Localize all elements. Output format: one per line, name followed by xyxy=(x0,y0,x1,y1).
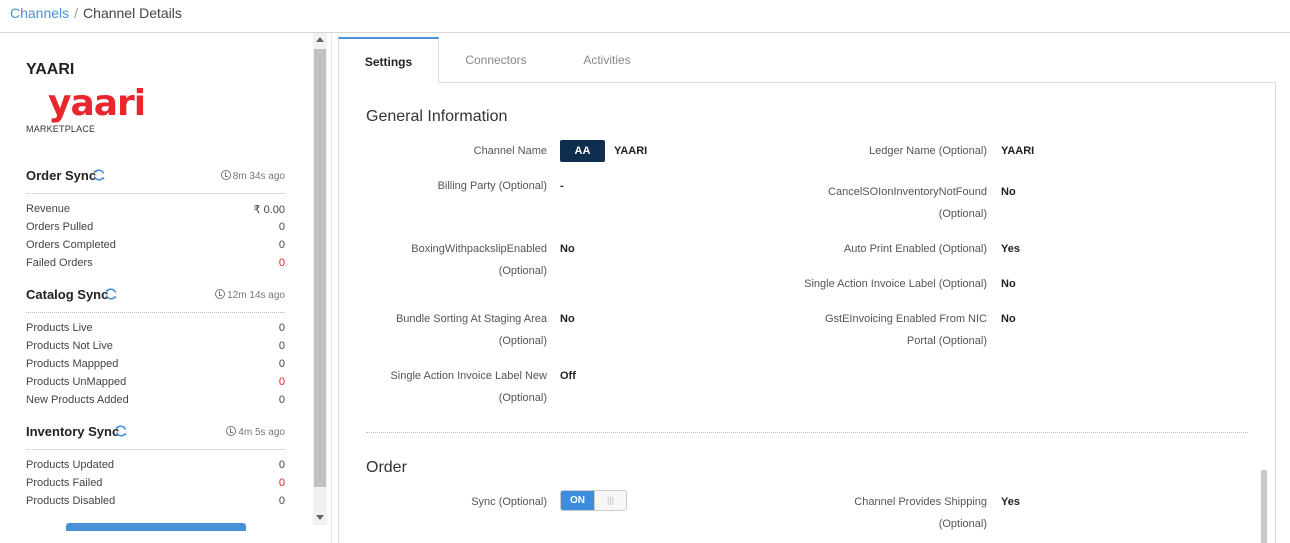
cancel-so-value: No xyxy=(1001,186,1016,198)
scroll-thumb[interactable] xyxy=(314,49,326,487)
clock-icon xyxy=(215,289,226,299)
channel-name-label: Channel Name xyxy=(473,145,547,157)
auto-print-value: Yes xyxy=(1001,243,1020,255)
catalog-sync-section: Catalog Sync 12m 14s ago Products Live 0 … xyxy=(26,287,285,409)
list-item: Products Disabled 0 xyxy=(26,495,285,507)
refresh-icon[interactable] xyxy=(104,287,118,301)
list-item: Orders Completed 0 xyxy=(26,239,285,251)
breadcrumb-separator: / xyxy=(74,5,79,21)
order-sync-time: 8m 34s ago xyxy=(220,170,285,182)
tab-connectors[interactable]: Connectors xyxy=(448,37,544,83)
tab-activities[interactable]: Activities xyxy=(564,37,650,83)
breadcrumb-current: Channel Details xyxy=(83,5,182,21)
list-item: Products Updated 0 xyxy=(26,459,285,471)
list-item: Products Mappped 0 xyxy=(26,358,285,370)
list-item: Revenue ₹ 0.00 xyxy=(26,203,285,216)
single-action-new-label-optional: (Optional) xyxy=(498,392,547,404)
boxing-label-optional: (Optional) xyxy=(498,265,547,277)
channel-code-badge: AA xyxy=(560,140,605,162)
panel-divider xyxy=(331,33,332,543)
boxing-label: BoxingWithpackslipEnabled xyxy=(411,243,547,255)
clock-icon xyxy=(220,170,231,180)
breadcrumb-channels-link[interactable]: Channels xyxy=(10,5,69,21)
sync-all-button[interactable] xyxy=(66,523,246,531)
list-item: New Products Added 0 xyxy=(26,394,285,406)
general-information-title: General Information xyxy=(366,108,508,125)
cancel-so-label-optional: (Optional) xyxy=(938,208,987,220)
list-item: Products Live 0 xyxy=(26,322,285,334)
section-divider xyxy=(366,432,1248,433)
catalog-sync-title: Catalog Sync xyxy=(26,287,109,302)
channel-shipping-label-optional: (Optional) xyxy=(938,518,987,530)
scroll-down-arrow-icon[interactable] xyxy=(316,515,324,520)
list-item: Products Failed 0 xyxy=(26,477,285,489)
ledger-name-value: YAARI xyxy=(1001,145,1035,157)
boxing-value: No xyxy=(560,243,575,255)
cancel-so-label: CancelSOIonInventoryNotFound xyxy=(828,186,987,198)
list-item: Products UnMapped 0 xyxy=(26,376,285,388)
gst-einvoicing-label-optional: Portal (Optional) xyxy=(906,335,987,347)
tab-settings[interactable]: Settings xyxy=(338,37,439,83)
breadcrumb: Channels / Channel Details xyxy=(10,5,182,21)
sync-label: Sync (Optional) xyxy=(471,496,547,508)
toggle-handle-icon[interactable]: ||| xyxy=(594,491,626,510)
channel-shipping-label: Channel Provides Shipping xyxy=(854,496,987,508)
sync-toggle[interactable]: ON ||| xyxy=(560,490,627,511)
list-item: Products Not Live 0 xyxy=(26,340,285,352)
catalog-sync-time: 12m 14s ago xyxy=(215,289,285,301)
bundle-sorting-value: No xyxy=(560,313,575,325)
gst-einvoicing-value: No xyxy=(1001,313,1016,325)
channel-type-label: MARKETPLACE xyxy=(26,124,96,134)
order-sync-section: Order Sync 8m 34s ago Revenue ₹ 0.00 Orde… xyxy=(26,168,285,272)
bundle-sorting-label-optional: (Optional) xyxy=(498,335,547,347)
list-item: Failed Orders 0 xyxy=(26,257,285,269)
channel-summary-panel: YAARI yaari MARKETPLACE Order Sync 8m 34… xyxy=(0,33,312,543)
toggle-on-label: ON xyxy=(561,491,594,510)
channel-shipping-value: Yes xyxy=(1001,496,1020,508)
inventory-sync-section: Inventory Sync 4m 5s ago Products Update… xyxy=(26,424,285,510)
channel-title: YAARI xyxy=(26,61,75,78)
left-panel-scrollbar[interactable] xyxy=(313,33,327,525)
ledger-name-label: Ledger Name (Optional) xyxy=(868,145,987,157)
content-border xyxy=(338,82,339,543)
billing-party-label: Billing Party (Optional) xyxy=(437,180,547,192)
tab-underline xyxy=(439,82,1276,83)
order-sync-title: Order Sync xyxy=(26,168,97,183)
channel-logo: yaari xyxy=(48,83,146,124)
bundle-sorting-label: Bundle Sorting At Staging Area xyxy=(395,313,547,325)
channel-name-value: YAARI xyxy=(614,145,648,157)
single-action-value: No xyxy=(1001,278,1016,290)
clock-icon xyxy=(226,426,237,436)
single-action-new-label: Single Action Invoice Label New xyxy=(390,370,547,382)
scroll-up-arrow-icon[interactable] xyxy=(316,37,324,42)
billing-party-value: - xyxy=(560,180,564,192)
refresh-icon[interactable] xyxy=(114,424,128,438)
refresh-icon[interactable] xyxy=(92,168,106,182)
inventory-sync-title: Inventory Sync xyxy=(26,424,120,439)
inventory-sync-time: 4m 5s ago xyxy=(226,426,285,438)
gst-einvoicing-label: GstEInvoicing Enabled From NIC xyxy=(824,313,987,325)
content-scrollbar-thumb[interactable] xyxy=(1261,470,1267,543)
single-action-label: Single Action Invoice Label (Optional) xyxy=(804,278,987,290)
auto-print-label: Auto Print Enabled (Optional) xyxy=(843,243,987,255)
order-section-title: Order xyxy=(366,459,407,476)
single-action-new-value: Off xyxy=(560,370,576,382)
content-border xyxy=(1275,82,1276,543)
list-item: Orders Pulled 0 xyxy=(26,221,285,233)
